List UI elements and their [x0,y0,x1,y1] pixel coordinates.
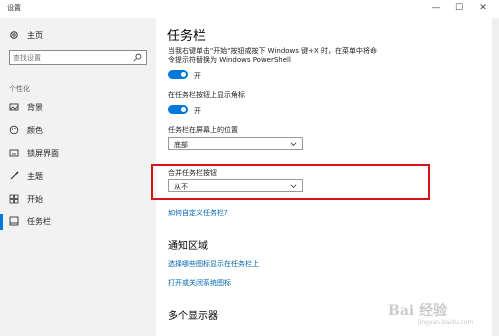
chevron-down-icon [290,142,297,146]
sidebar-item-start[interactable]: 开始 [9,193,149,207]
palette-icon [9,125,19,135]
combine-dropdown-value: 从不 [174,183,188,191]
title-bar: 设置 — ☐ ✕ [0,0,499,18]
position-label: 任务栏在屏幕上的位置 [168,126,238,134]
close-button[interactable]: ✕ [476,2,490,14]
powershell-description: 当我右键单击"开始"按钮或按下 Windows 键+X 时，在菜单中将命令提示符… [168,47,378,64]
badges-toggle-state: 开 [194,107,201,115]
powershell-toggle-state: 开 [194,72,201,80]
sidebar-item-taskbar[interactable]: 任务栏 [9,215,149,229]
position-dropdown[interactable]: 底部 [168,137,303,150]
multiple-displays-heading: 多个显示器 [168,311,218,322]
sidebar-item-themes[interactable]: 主题 [9,170,149,184]
taskbar-icon [9,216,19,226]
watermark-sub: jingyan.baidu.com [418,319,474,326]
search-icon[interactable] [133,53,142,62]
sidebar-item-lockscreen[interactable]: 锁屏界面 [9,147,149,161]
toggle-knob [181,72,186,77]
page-title: 任务栏 [167,29,207,44]
start-icon [9,194,19,204]
sidebar-item-label: 开始 [27,195,43,204]
sidebar-item-background[interactable]: 背景 [9,101,149,115]
notification-area-heading: 通知区域 [168,241,208,252]
sidebar-item-label: 背景 [27,103,43,112]
sidebar-item-colors[interactable]: 颜色 [9,124,149,138]
image-icon [9,103,19,111]
combine-dropdown[interactable]: 从不 [168,179,303,192]
minimize-button[interactable]: — [429,2,443,14]
sidebar-item-home[interactable]: 主页 [9,29,149,43]
search-input[interactable] [13,52,123,63]
watermark-text: Bai 经验 [388,303,448,319]
section-label-personalization: 个性化 [9,85,30,93]
scrollbar[interactable] [492,18,499,336]
sidebar-item-label: 主页 [27,31,43,40]
watermark: Bai 经验 jingyan.baidu.com [388,292,490,328]
select-icons-link[interactable]: 选择哪些图标显示在任务栏上 [168,259,259,269]
search-box[interactable] [9,50,147,65]
maximize-button[interactable]: ☐ [452,2,466,14]
active-indicator [0,214,3,230]
brush-icon [10,171,19,180]
badges-toggle[interactable] [168,105,188,114]
powershell-toggle[interactable] [168,70,188,79]
window-title: 设置 [7,4,21,12]
customize-taskbar-link[interactable]: 如何自定义任务栏? [168,208,228,218]
sidebar-item-label: 主题 [27,172,43,181]
chevron-down-icon [290,184,297,188]
sidebar-item-label: 任务栏 [27,217,51,226]
combine-label: 合并任务栏按钮 [168,169,217,177]
gear-icon [10,31,18,39]
lockscreen-icon [9,149,19,157]
system-icons-link[interactable]: 打开或关闭系统图标 [168,278,231,288]
badges-label: 在任务栏按钮上显示角标 [168,91,245,99]
sidebar-item-label: 颜色 [27,126,43,135]
position-dropdown-value: 底部 [174,141,188,149]
sidebar-item-label: 锁屏界面 [27,149,59,158]
toggle-knob [181,107,186,112]
